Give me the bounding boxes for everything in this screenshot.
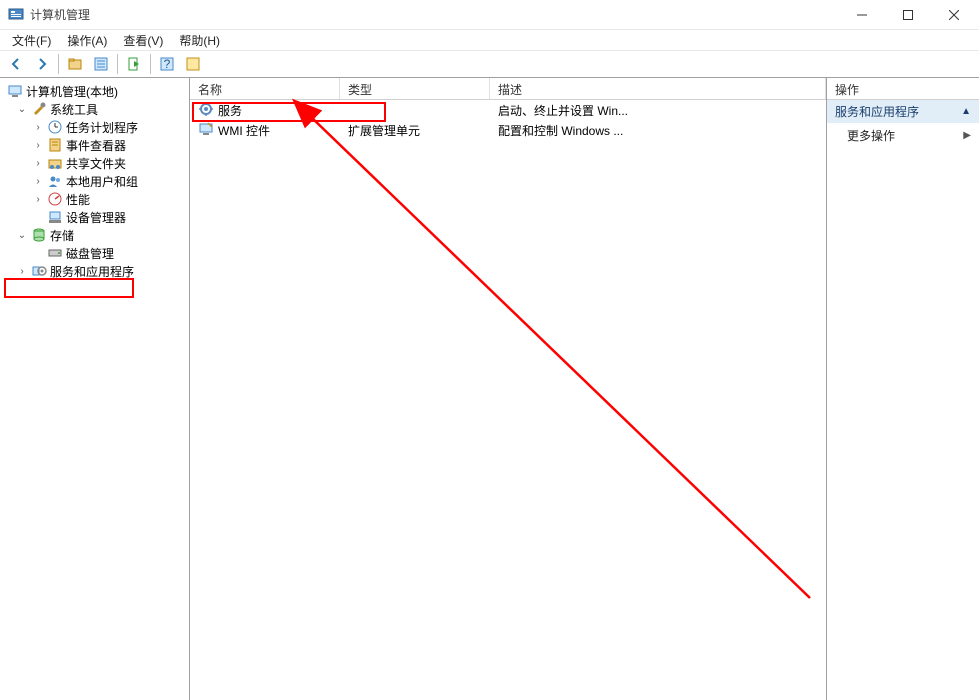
menu-action[interactable]: 操作(A) — [59, 30, 115, 51]
properties-button[interactable] — [89, 52, 113, 76]
wmi-icon — [198, 121, 214, 140]
twisty-collapsed-icon[interactable]: › — [32, 122, 44, 133]
tree-label: 性能 — [66, 191, 90, 208]
toolbar-separator — [117, 54, 118, 74]
actions-item-label: 更多操作 — [847, 127, 895, 144]
gear-icon — [198, 101, 214, 120]
column-type[interactable]: 类型 — [340, 78, 490, 99]
tree-label: 本地用户和组 — [66, 173, 138, 190]
tree-root[interactable]: 计算机管理(本地) — [2, 82, 187, 100]
tree-label: 计算机管理(本地) — [26, 83, 118, 100]
twisty-collapsed-icon[interactable]: › — [32, 158, 44, 169]
up-button[interactable] — [63, 52, 87, 76]
tree-label: 系统工具 — [50, 101, 98, 118]
actions-header: 操作 — [827, 78, 979, 100]
annotation-red-box-tree — [4, 278, 134, 298]
tree-label: 共享文件夹 — [66, 155, 126, 172]
tree-task-scheduler[interactable]: › 任务计划程序 — [2, 118, 187, 136]
toolbar: ? — [0, 50, 979, 78]
tree-label: 事件查看器 — [66, 137, 126, 154]
submenu-arrow-icon: ▶ — [963, 130, 971, 141]
cell-text: 扩展管理单元 — [348, 122, 420, 139]
twisty-collapsed-icon[interactable]: › — [32, 194, 44, 205]
actions-more[interactable]: 更多操作 ▶ — [827, 123, 979, 148]
tree-system-tools[interactable]: ⌄ 系统工具 — [2, 100, 187, 118]
cell-text: 配置和控制 Windows ... — [498, 122, 623, 139]
twisty-collapsed-icon[interactable]: › — [32, 176, 44, 187]
tree-local-users[interactable]: › 本地用户和组 — [2, 172, 187, 190]
services-apps-icon — [31, 263, 47, 279]
storage-icon — [31, 227, 47, 243]
forward-button[interactable] — [30, 52, 54, 76]
clock-icon — [47, 119, 63, 135]
menu-help[interactable]: 帮助(H) — [171, 30, 228, 51]
tree-performance[interactable]: › 性能 — [2, 190, 187, 208]
tree-label: 设备管理器 — [66, 209, 126, 226]
maximize-button[interactable] — [885, 0, 931, 30]
menu-file[interactable]: 文件(F) — [4, 30, 59, 51]
users-icon — [47, 173, 63, 189]
export-button[interactable] — [122, 52, 146, 76]
tree-shared-folders[interactable]: › 共享文件夹 — [2, 154, 187, 172]
toolbar-separator — [150, 54, 151, 74]
collapse-arrow-icon: ▲ — [961, 106, 971, 117]
tools-icon — [31, 101, 47, 117]
list-row-services[interactable]: 服务 启动、终止并设置 Win... — [190, 100, 826, 120]
window-controls — [839, 0, 977, 30]
tree-label: 任务计划程序 — [66, 119, 138, 136]
device-icon — [47, 209, 63, 225]
tree-pane[interactable]: 计算机管理(本地) ⌄ 系统工具 › 任务计划程序 › 事件查看器 › 共享文件… — [0, 78, 190, 700]
tree-label: 服务和应用程序 — [50, 263, 134, 280]
back-button[interactable] — [4, 52, 28, 76]
list-pane: 名称 类型 描述 服务 启动、终止并设置 Win... WMI 控件 扩展管理单… — [190, 78, 827, 700]
annotation-arrow — [190, 78, 826, 700]
list-header: 名称 类型 描述 — [190, 78, 826, 100]
list-row-wmi[interactable]: WMI 控件 扩展管理单元 配置和控制 Windows ... — [190, 120, 826, 140]
tree-label: 存储 — [50, 227, 74, 244]
twisty-expanded-icon[interactable]: ⌄ — [16, 230, 28, 241]
workspace: 计算机管理(本地) ⌄ 系统工具 › 任务计划程序 › 事件查看器 › 共享文件… — [0, 78, 979, 700]
disk-icon — [47, 245, 63, 261]
window-title: 计算机管理 — [30, 6, 839, 23]
tree-disk-management[interactable]: · 磁盘管理 — [2, 244, 187, 262]
twisty-collapsed-icon[interactable]: › — [16, 266, 28, 277]
computer-icon — [7, 83, 23, 99]
column-desc[interactable]: 描述 — [490, 78, 826, 99]
menu-view[interactable]: 查看(V) — [115, 30, 171, 51]
performance-icon — [47, 191, 63, 207]
toolbar-separator — [58, 54, 59, 74]
menu-bar: 文件(F) 操作(A) 查看(V) 帮助(H) — [0, 30, 979, 50]
cell-text: 启动、终止并设置 Win... — [498, 102, 628, 119]
twisty-collapsed-icon[interactable]: › — [32, 140, 44, 151]
app-icon — [8, 7, 24, 23]
minimize-button[interactable] — [839, 0, 885, 30]
svg-text:?: ? — [164, 57, 171, 71]
folder-share-icon — [47, 155, 63, 171]
close-button[interactable] — [931, 0, 977, 30]
tree-event-viewer[interactable]: › 事件查看器 — [2, 136, 187, 154]
tree-device-manager[interactable]: · 设备管理器 — [2, 208, 187, 226]
twisty-expanded-icon[interactable]: ⌄ — [16, 104, 28, 115]
actions-group-header[interactable]: 服务和应用程序 ▲ — [827, 100, 979, 123]
help-button[interactable] — [181, 52, 205, 76]
tree-storage[interactable]: ⌄ 存储 — [2, 226, 187, 244]
column-name[interactable]: 名称 — [190, 78, 340, 99]
tree-services-apps[interactable]: › 服务和应用程序 — [2, 262, 187, 280]
event-icon — [47, 137, 63, 153]
tree-label: 磁盘管理 — [66, 245, 114, 262]
refresh-button[interactable]: ? — [155, 52, 179, 76]
cell-text: WMI 控件 — [218, 122, 270, 139]
title-bar: 计算机管理 — [0, 0, 979, 30]
actions-group-label: 服务和应用程序 — [835, 103, 919, 120]
actions-pane: 操作 服务和应用程序 ▲ 更多操作 ▶ — [827, 78, 979, 700]
cell-text: 服务 — [218, 102, 242, 119]
